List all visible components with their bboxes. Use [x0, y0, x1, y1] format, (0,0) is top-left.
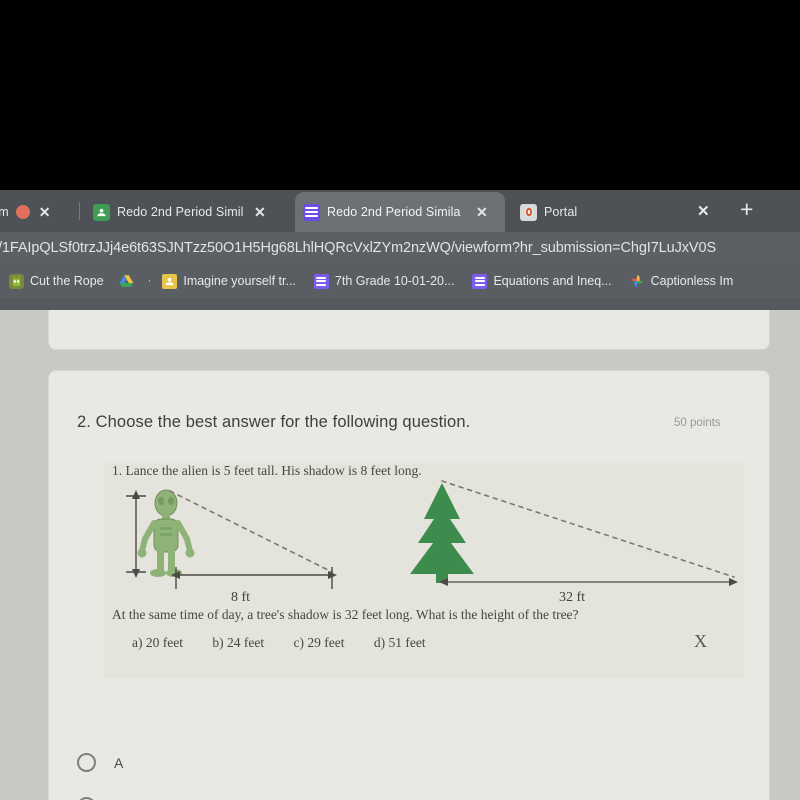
question-points: 50 points — [674, 417, 721, 429]
tab-redo-2nd-period-classroom[interactable]: Redo 2nd Period Simil ✕ — [85, 192, 285, 232]
bookmark-label-7th-grade: 7th Grade 10-01-20... — [334, 274, 455, 288]
tab-strip: -m ✕ Redo 2nd Period Simil ✕ — [0, 190, 800, 232]
tab-close-icon-2[interactable]: ✕ — [476, 205, 488, 219]
forms-icon — [313, 273, 329, 289]
bookmark-label-imagine-yourself: Imagine yourself tr... — [183, 274, 296, 288]
circle-icon — [15, 205, 30, 219]
worksheet-option-a: a) 20 feet — [132, 635, 186, 650]
bookmark-drive[interactable] — [113, 268, 146, 294]
worksheet-option-b-letter: b) — [212, 635, 224, 650]
worksheet-option-d-text: 51 feet — [388, 635, 426, 650]
form-page: B 2. Choose the best answer for the foll… — [0, 310, 800, 800]
tab-title-portal: Portal — [544, 205, 578, 219]
new-tab-button[interactable]: + — [740, 198, 753, 221]
worksheet-option-d: d) 51 feet — [374, 635, 426, 650]
tab-close-icon-0[interactable]: ✕ — [39, 205, 51, 219]
game-icon — [9, 273, 24, 289]
tab-portal[interactable]: Portal — [512, 192, 672, 232]
portal-icon — [520, 203, 537, 221]
classroom-icon — [162, 273, 178, 289]
tree-shadow-label: 32 ft — [559, 590, 585, 605]
bookmark-label-cut-the-rope: Cut the Rope — [30, 274, 104, 288]
drive-icon — [119, 274, 134, 289]
question-card: 2. Choose the best answer for the follow… — [48, 370, 770, 800]
bookmark-cut-the-rope[interactable]: Cut the Rope — [0, 268, 113, 294]
worksheet-image: 1. Lance the alien is 5 feet tall. His s… — [104, 463, 744, 678]
worksheet-option-b: b) 24 feet — [212, 635, 267, 650]
worksheet-option-a-text: 20 feet — [145, 635, 183, 650]
question-title: 2. Choose the best answer for the follow… — [77, 413, 471, 431]
alien-height-arrow-down — [132, 569, 140, 578]
tab-title-forms: Redo 2nd Period Simila — [327, 205, 461, 219]
alien-sun-ray — [169, 490, 333, 573]
radio-a-label: A — [114, 754, 124, 771]
form-content: B 2. Choose the best answer for the foll… — [48, 310, 770, 800]
answer-choice-a[interactable]: A — [77, 753, 123, 772]
tree-sun-ray — [441, 480, 735, 578]
previous-question-card: B — [48, 310, 770, 350]
alien-height-measure — [126, 495, 146, 573]
radio-a[interactable] — [77, 753, 96, 772]
alien-shadow-label: 8 ft — [231, 590, 250, 605]
forms-lines-glyph — [305, 206, 318, 219]
tab-separator — [79, 202, 80, 220]
tab-close-icon-1[interactable]: ✕ — [254, 205, 266, 219]
handwritten-x-mark: X — [694, 631, 707, 651]
worksheet-line-2: At the same time of day, a tree's shadow… — [112, 607, 579, 622]
alien-figure — [137, 489, 195, 577]
bookmarks-bar: Cut the Rope · Imagine yourself tr... 7t… — [0, 264, 800, 298]
alien-height-arrow-up — [132, 490, 140, 499]
worksheet-option-c: c) 29 feet — [293, 635, 347, 650]
window-close-icon[interactable]: ✕ — [697, 202, 710, 220]
worksheet-option-b-text: 24 feet — [226, 635, 265, 650]
bookmark-dot[interactable]: · — [146, 275, 154, 287]
worksheet-option-d-letter: d) — [373, 635, 386, 650]
forms-icon — [472, 273, 488, 289]
bookmark-imagine-yourself[interactable]: Imagine yourself tr... — [153, 268, 305, 294]
tab-partial[interactable]: -m ✕ — [0, 192, 66, 232]
bookmark-label-captionless: Captionless Im — [650, 274, 734, 288]
worksheet-option-c-letter: c) — [293, 635, 304, 650]
forms-icon — [303, 203, 320, 221]
bookmark-equations-and-inequalities[interactable]: Equations and Ineq... — [463, 268, 620, 294]
tree-shadow-arrow-right — [729, 578, 738, 586]
forms-lines-glyph — [474, 276, 485, 286]
photos-icon — [630, 274, 645, 289]
classroom-icon — [93, 203, 110, 221]
bookmark-7th-grade[interactable]: 7th Grade 10-01-20... — [305, 268, 464, 294]
tree-figure — [410, 483, 474, 583]
similar-triangles-diagram: 5 ft 8 ft 32 ft — [126, 480, 738, 605]
address-bar[interactable]: /1FAIpQLSf0trzJJj4e6t63SJNTzz50O1H5Hg68L… — [0, 232, 800, 264]
worksheet-option-a-letter: a) — [132, 635, 143, 650]
photo-background: -m ✕ Redo 2nd Period Simil ✕ — [0, 0, 800, 800]
worksheet-answer-options: a) 20 feet b) 24 feet c) 29 feet d) 51 f… — [132, 635, 452, 651]
url-text: /1FAIpQLSf0trzJJj4e6t63SJNTzz50O1H5Hg68L… — [0, 240, 717, 256]
tab-title-classroom: Redo 2nd Period Simil — [117, 205, 244, 219]
forms-lines-glyph — [316, 276, 327, 286]
alien-shadow-measure — [175, 567, 333, 589]
worksheet-option-c-text: 29 feet — [307, 635, 345, 650]
tab-redo-2nd-period-forms[interactable]: Redo 2nd Period Simila ✕ — [295, 192, 505, 232]
tab-title-partial: -m — [0, 205, 9, 219]
bookmark-captionless-image[interactable]: Captionless Im — [621, 268, 743, 294]
bookmark-label-equations: Equations and Ineq... — [493, 274, 612, 288]
browser-chrome: -m ✕ Redo 2nd Period Simil ✕ — [0, 190, 800, 310]
